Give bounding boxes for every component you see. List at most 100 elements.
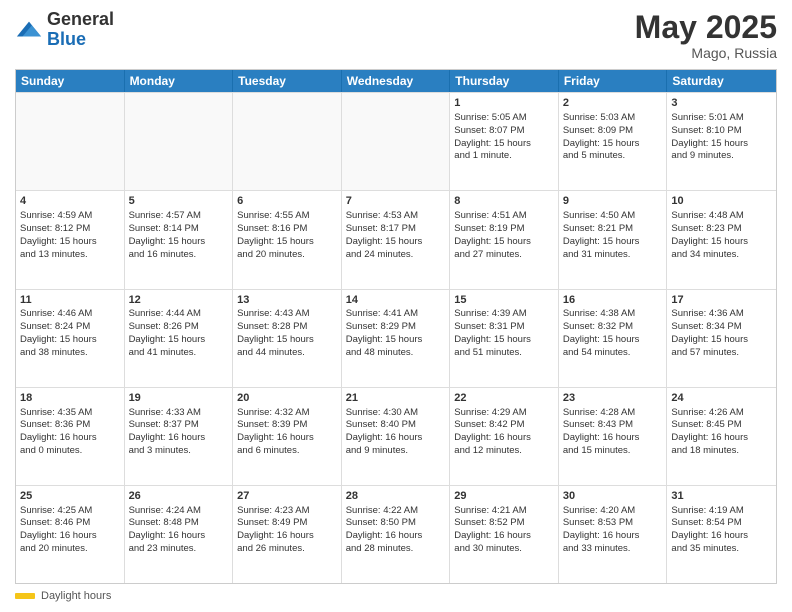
sunset-text: Sunset: 8:48 PM (129, 517, 229, 530)
daylight-text: Daylight: 16 hours (563, 432, 663, 445)
daylight-minutes: and 51 minutes. (454, 347, 554, 360)
daylight-text: Daylight: 15 hours (129, 334, 229, 347)
daylight-minutes: and 6 minutes. (237, 445, 337, 458)
daylight-text: Daylight: 15 hours (129, 236, 229, 249)
day-number: 26 (129, 489, 229, 504)
sunrise-text: Sunrise: 4:23 AM (237, 505, 337, 518)
sunset-text: Sunset: 8:31 PM (454, 321, 554, 334)
daylight-minutes: and 41 minutes. (129, 347, 229, 360)
calendar-row-4: 18Sunrise: 4:35 AMSunset: 8:36 PMDayligh… (16, 387, 776, 485)
calendar-row-3: 11Sunrise: 4:46 AMSunset: 8:24 PMDayligh… (16, 289, 776, 387)
daylight-text: Daylight: 15 hours (20, 236, 120, 249)
daylight-text: Daylight: 15 hours (671, 334, 772, 347)
sunset-text: Sunset: 8:16 PM (237, 223, 337, 236)
footer: Daylight hours (15, 590, 777, 602)
header-wednesday: Wednesday (342, 70, 451, 92)
sunset-text: Sunset: 8:39 PM (237, 419, 337, 432)
daylight-text: Daylight: 16 hours (237, 432, 337, 445)
daylight-text: Daylight: 15 hours (563, 236, 663, 249)
daylight-text: Daylight: 15 hours (671, 138, 772, 151)
calendar-cell: 18Sunrise: 4:35 AMSunset: 8:36 PMDayligh… (16, 388, 125, 485)
logo: General Blue (15, 10, 114, 50)
day-number: 23 (563, 391, 663, 406)
calendar-cell (342, 93, 451, 190)
calendar-cell: 30Sunrise: 4:20 AMSunset: 8:53 PMDayligh… (559, 486, 668, 583)
title-block: May 2025 Mago, Russia (635, 10, 777, 61)
sunrise-text: Sunrise: 4:32 AM (237, 407, 337, 420)
sunset-text: Sunset: 8:28 PM (237, 321, 337, 334)
calendar-cell: 25Sunrise: 4:25 AMSunset: 8:46 PMDayligh… (16, 486, 125, 583)
calendar-cell: 15Sunrise: 4:39 AMSunset: 8:31 PMDayligh… (450, 290, 559, 387)
calendar-cell: 1Sunrise: 5:05 AMSunset: 8:07 PMDaylight… (450, 93, 559, 190)
calendar-row-1: 1Sunrise: 5:05 AMSunset: 8:07 PMDaylight… (16, 92, 776, 190)
daylight-text: Daylight: 15 hours (454, 334, 554, 347)
calendar-cell: 7Sunrise: 4:53 AMSunset: 8:17 PMDaylight… (342, 191, 451, 288)
sunrise-text: Sunrise: 4:24 AM (129, 505, 229, 518)
calendar-cell: 24Sunrise: 4:26 AMSunset: 8:45 PMDayligh… (667, 388, 776, 485)
calendar-body: 1Sunrise: 5:05 AMSunset: 8:07 PMDaylight… (16, 92, 776, 583)
page: General Blue May 2025 Mago, Russia Sunda… (0, 0, 792, 612)
sunrise-text: Sunrise: 4:33 AM (129, 407, 229, 420)
sunset-text: Sunset: 8:49 PM (237, 517, 337, 530)
daylight-text: Daylight: 15 hours (454, 138, 554, 151)
sunset-text: Sunset: 8:43 PM (563, 419, 663, 432)
sunset-text: Sunset: 8:42 PM (454, 419, 554, 432)
calendar-cell: 22Sunrise: 4:29 AMSunset: 8:42 PMDayligh… (450, 388, 559, 485)
day-number: 22 (454, 391, 554, 406)
daylight-minutes: and 3 minutes. (129, 445, 229, 458)
daylight-text: Daylight: 15 hours (454, 236, 554, 249)
daylight-text: Daylight: 16 hours (671, 432, 772, 445)
daylight-text: Daylight: 16 hours (129, 530, 229, 543)
calendar-cell: 2Sunrise: 5:03 AMSunset: 8:09 PMDaylight… (559, 93, 668, 190)
sunrise-text: Sunrise: 4:26 AM (671, 407, 772, 420)
sunset-text: Sunset: 8:23 PM (671, 223, 772, 236)
sunset-text: Sunset: 8:46 PM (20, 517, 120, 530)
calendar-cell: 29Sunrise: 4:21 AMSunset: 8:52 PMDayligh… (450, 486, 559, 583)
calendar-cell: 21Sunrise: 4:30 AMSunset: 8:40 PMDayligh… (342, 388, 451, 485)
calendar-row-2: 4Sunrise: 4:59 AMSunset: 8:12 PMDaylight… (16, 190, 776, 288)
calendar-cell: 17Sunrise: 4:36 AMSunset: 8:34 PMDayligh… (667, 290, 776, 387)
daylight-text: Daylight: 16 hours (454, 530, 554, 543)
daylight-text: Daylight: 16 hours (671, 530, 772, 543)
sunset-text: Sunset: 8:12 PM (20, 223, 120, 236)
sunrise-text: Sunrise: 4:44 AM (129, 308, 229, 321)
daylight-minutes: and 34 minutes. (671, 249, 772, 262)
calendar: Sunday Monday Tuesday Wednesday Thursday… (15, 69, 777, 584)
day-number: 8 (454, 194, 554, 209)
daylight-text: Daylight: 15 hours (563, 138, 663, 151)
day-number: 24 (671, 391, 772, 406)
sunset-text: Sunset: 8:19 PM (454, 223, 554, 236)
calendar-cell: 12Sunrise: 4:44 AMSunset: 8:26 PMDayligh… (125, 290, 234, 387)
sunrise-text: Sunrise: 4:59 AM (20, 210, 120, 223)
sunrise-text: Sunrise: 4:46 AM (20, 308, 120, 321)
daylight-text: Daylight: 16 hours (129, 432, 229, 445)
sunrise-text: Sunrise: 4:48 AM (671, 210, 772, 223)
calendar-cell: 27Sunrise: 4:23 AMSunset: 8:49 PMDayligh… (233, 486, 342, 583)
calendar-cell: 31Sunrise: 4:19 AMSunset: 8:54 PMDayligh… (667, 486, 776, 583)
daylight-minutes: and 27 minutes. (454, 249, 554, 262)
calendar-cell: 6Sunrise: 4:55 AMSunset: 8:16 PMDaylight… (233, 191, 342, 288)
calendar-cell: 4Sunrise: 4:59 AMSunset: 8:12 PMDaylight… (16, 191, 125, 288)
daylight-minutes: and 1 minute. (454, 150, 554, 163)
day-number: 12 (129, 293, 229, 308)
month-year: May 2025 (635, 10, 777, 45)
calendar-cell: 19Sunrise: 4:33 AMSunset: 8:37 PMDayligh… (125, 388, 234, 485)
daylight-text: Daylight: 15 hours (346, 236, 446, 249)
day-number: 25 (20, 489, 120, 504)
sunset-text: Sunset: 8:54 PM (671, 517, 772, 530)
header-monday: Monday (125, 70, 234, 92)
calendar-cell: 28Sunrise: 4:22 AMSunset: 8:50 PMDayligh… (342, 486, 451, 583)
calendar-cell: 13Sunrise: 4:43 AMSunset: 8:28 PMDayligh… (233, 290, 342, 387)
daylight-minutes: and 15 minutes. (563, 445, 663, 458)
sunset-text: Sunset: 8:21 PM (563, 223, 663, 236)
day-number: 7 (346, 194, 446, 209)
sunrise-text: Sunrise: 4:53 AM (346, 210, 446, 223)
sunset-text: Sunset: 8:34 PM (671, 321, 772, 334)
sunrise-text: Sunrise: 4:19 AM (671, 505, 772, 518)
day-number: 9 (563, 194, 663, 209)
header: General Blue May 2025 Mago, Russia (15, 10, 777, 61)
day-number: 14 (346, 293, 446, 308)
sunrise-text: Sunrise: 4:57 AM (129, 210, 229, 223)
daylight-minutes: and 9 minutes. (671, 150, 772, 163)
day-number: 28 (346, 489, 446, 504)
